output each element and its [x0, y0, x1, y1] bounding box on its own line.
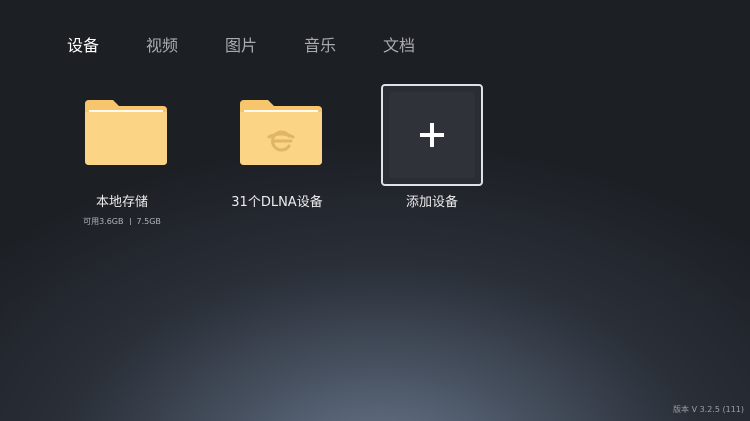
local-storage-label: 本地存储	[95, 195, 148, 210]
tab-pictures[interactable]: 图片	[225, 34, 257, 58]
local-storage-capacity: 可用3.6GB 7.5GB	[42, 216, 202, 228]
device-tile-dlna[interactable]	[226, 85, 328, 185]
add-device-label: 添加设备	[405, 195, 458, 210]
device-tile-local-storage[interactable]	[71, 85, 173, 185]
divider	[129, 218, 131, 225]
version-text: 版本 V 3.2.5 (111)	[673, 405, 744, 414]
tab-devices[interactable]: 设备	[67, 34, 99, 58]
tab-videos[interactable]: 视频	[146, 34, 178, 58]
plus-icon	[420, 123, 444, 147]
tab-music[interactable]: 音乐	[304, 34, 336, 58]
dlna-folder-icon	[240, 100, 322, 165]
add-device-button[interactable]	[381, 84, 483, 186]
storage-total: 7.5GB	[136, 217, 161, 226]
tab-documents[interactable]: 文档	[383, 34, 415, 58]
storage-available: 可用3.6GB	[83, 217, 124, 226]
folder-icon	[85, 100, 167, 165]
dlna-label: 31个DLNA设备	[231, 195, 323, 210]
